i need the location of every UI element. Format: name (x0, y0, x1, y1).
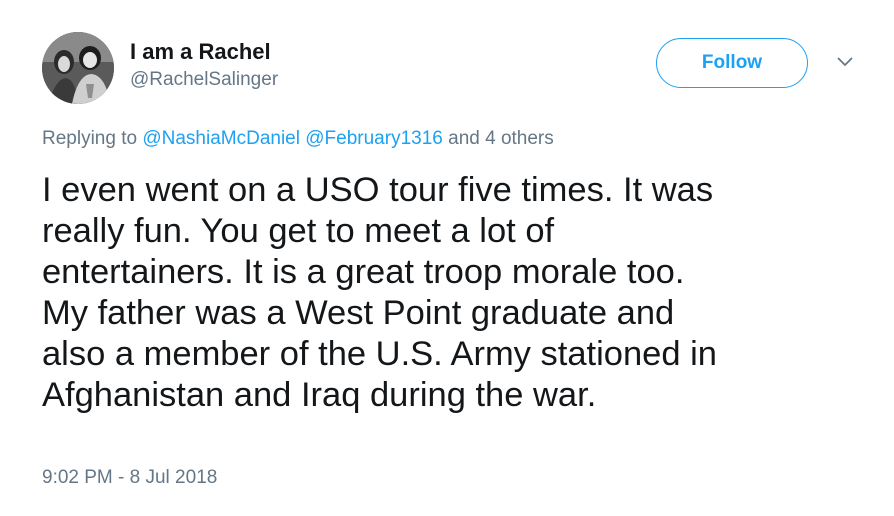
reply-context: Replying to @NashiaMcDaniel @February131… (42, 128, 554, 150)
tweet-text-line: really fun. You get to meet a lot of (42, 212, 555, 250)
chevron-down-icon[interactable] (834, 54, 856, 70)
tweet-timestamp[interactable]: 9:02 PM - 8 Jul 2018 (42, 467, 217, 489)
tweet-text-line: also a member of the U.S. Army stationed… (42, 335, 717, 373)
tweet-text-line: Afghanistan and Iraq during the war. (42, 376, 597, 414)
reply-others-link[interactable]: and 4 others (448, 128, 554, 149)
tweet-text-line: I even went on a USO tour five times. It… (42, 171, 714, 209)
tweet-text: I even went on a USO tour five times. It… (42, 170, 862, 416)
mention-link[interactable]: @NashiaMcDaniel (142, 128, 300, 149)
avatar-photo (42, 32, 114, 104)
reply-prefix: Replying to (42, 128, 138, 149)
author-handle[interactable]: @RachelSalinger (130, 69, 278, 91)
follow-button[interactable]: Follow (656, 38, 808, 88)
author-display-name[interactable]: I am a Rachel (130, 39, 271, 65)
tweet-text-line: entertainers. It is a great troop morale… (42, 253, 685, 291)
tweet-card: I am a Rachel @RachelSalinger Follow Rep… (0, 0, 894, 516)
avatar[interactable] (42, 32, 114, 104)
mention-link[interactable]: @February1316 (305, 128, 443, 149)
tweet-text-line: My father was a West Point graduate and (42, 294, 675, 332)
